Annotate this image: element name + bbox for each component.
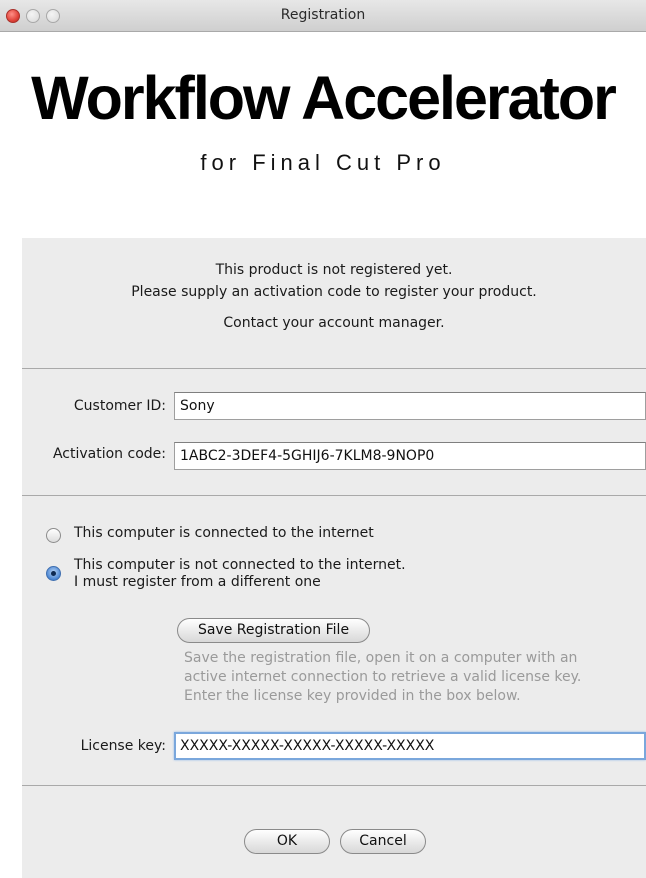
radio-connected[interactable] <box>46 528 61 543</box>
registration-window: Registration Workflow Accelerator for Fi… <box>0 0 646 878</box>
license-key-input[interactable] <box>174 732 646 760</box>
radio-not-connected-line1: This computer is not connected to the in… <box>74 557 406 573</box>
title-bar: Registration <box>0 0 646 32</box>
radio-not-connected-label: This computer is not connected to the in… <box>74 557 406 591</box>
save-registration-file-button[interactable]: Save Registration File <box>177 618 370 643</box>
radio-connected-label: This computer is connected to the intern… <box>74 525 374 541</box>
save-hint-line2: active internet connection to retrieve a… <box>184 669 582 685</box>
save-hint: Save the registration file, open it on a… <box>184 649 581 706</box>
customer-id-input[interactable] <box>174 392 646 420</box>
info-not-registered: This product is not registered yet. <box>215 262 453 278</box>
radio-not-connected[interactable] <box>46 566 61 581</box>
cancel-button[interactable]: Cancel <box>340 829 426 854</box>
registration-panel: This product is not registered yet. Plea… <box>22 238 646 878</box>
customer-id-label: Customer ID: <box>73 398 166 414</box>
radio-selected-dot <box>51 571 56 576</box>
product-title: Workflow Accelerator <box>31 64 617 132</box>
separator <box>22 495 646 496</box>
save-hint-line1: Save the registration file, open it on a… <box>184 650 578 666</box>
save-hint-line3: Enter the license key provided in the bo… <box>184 688 521 704</box>
info-supply-code: Please supply an activation code to regi… <box>131 284 537 300</box>
window-title: Registration <box>280 7 366 23</box>
activation-code-label: Activation code: <box>52 446 166 462</box>
activation-code-input[interactable] <box>174 442 646 470</box>
info-contact: Contact your account manager. <box>223 315 445 331</box>
product-subtitle: for Final Cut Pro <box>200 150 446 175</box>
separator <box>22 785 646 786</box>
radio-not-connected-line2: I must register from a different one <box>74 574 321 590</box>
license-key-label: License key: <box>80 738 166 754</box>
separator <box>22 368 646 369</box>
ok-button[interactable]: OK <box>244 829 330 854</box>
